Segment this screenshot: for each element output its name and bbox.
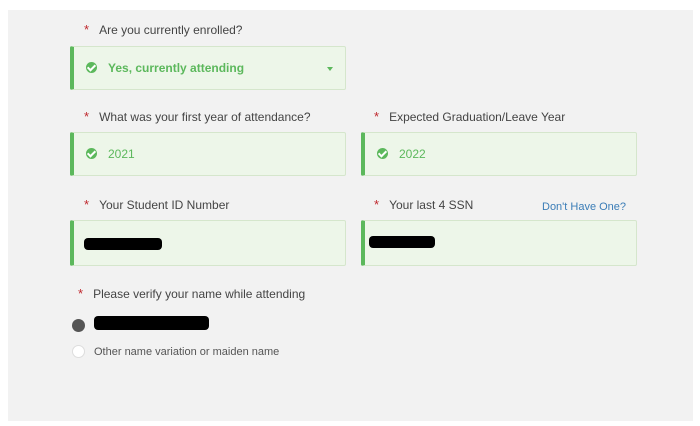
check-circle-icon bbox=[377, 148, 388, 159]
ssn-input[interactable] bbox=[361, 220, 637, 266]
student-id-input[interactable] bbox=[70, 220, 346, 266]
required-mark: * bbox=[84, 109, 90, 124]
enrolled-select[interactable]: Yes, currently attending bbox=[70, 46, 346, 90]
enrolled-select-value: Yes, currently attending bbox=[108, 61, 245, 75]
redacted-name bbox=[94, 316, 209, 330]
other-name-option-label[interactable]: Other name variation or maiden name bbox=[94, 345, 279, 359]
enrolled-label: * Are you currently enrolled? bbox=[84, 22, 243, 38]
student-id-label-text: Your Student ID Number bbox=[99, 198, 230, 212]
grad-year-label: * Expected Graduation/Leave Year bbox=[374, 109, 566, 125]
caret-down-icon bbox=[327, 67, 333, 71]
name-option-radio-other[interactable] bbox=[72, 345, 85, 358]
redacted-student-id bbox=[84, 238, 162, 250]
first-year-label: * What was your first year of attendance? bbox=[84, 109, 311, 125]
required-mark: * bbox=[84, 197, 90, 212]
grad-year-field[interactable]: 2022 bbox=[361, 132, 637, 176]
first-year-value: 2021 bbox=[108, 147, 135, 161]
required-mark: * bbox=[374, 197, 380, 212]
required-mark: * bbox=[84, 22, 90, 37]
first-year-label-text: What was your first year of attendance? bbox=[99, 110, 311, 124]
name-option-radio-selected[interactable] bbox=[72, 319, 85, 332]
verify-name-label: * Please verify your name while attending bbox=[78, 286, 306, 302]
check-circle-icon bbox=[86, 62, 97, 73]
ssn-label: * Your last 4 SSN bbox=[374, 197, 474, 213]
required-mark: * bbox=[374, 109, 380, 124]
verify-name-label-text: Please verify your name while attending bbox=[93, 287, 306, 301]
enrolled-label-text: Are you currently enrolled? bbox=[99, 23, 243, 37]
student-id-label: * Your Student ID Number bbox=[84, 197, 230, 213]
dont-have-one-link[interactable]: Don't Have One? bbox=[542, 200, 626, 214]
enrollment-form-panel: * Are you currently enrolled? Yes, curren… bbox=[8, 10, 693, 421]
redacted-ssn bbox=[369, 236, 435, 248]
check-circle-icon bbox=[86, 148, 97, 159]
grad-year-label-text: Expected Graduation/Leave Year bbox=[389, 110, 566, 124]
first-year-field[interactable]: 2021 bbox=[70, 132, 346, 176]
ssn-label-text: Your last 4 SSN bbox=[389, 198, 474, 212]
required-mark: * bbox=[78, 286, 84, 301]
grad-year-value: 2022 bbox=[399, 147, 426, 161]
